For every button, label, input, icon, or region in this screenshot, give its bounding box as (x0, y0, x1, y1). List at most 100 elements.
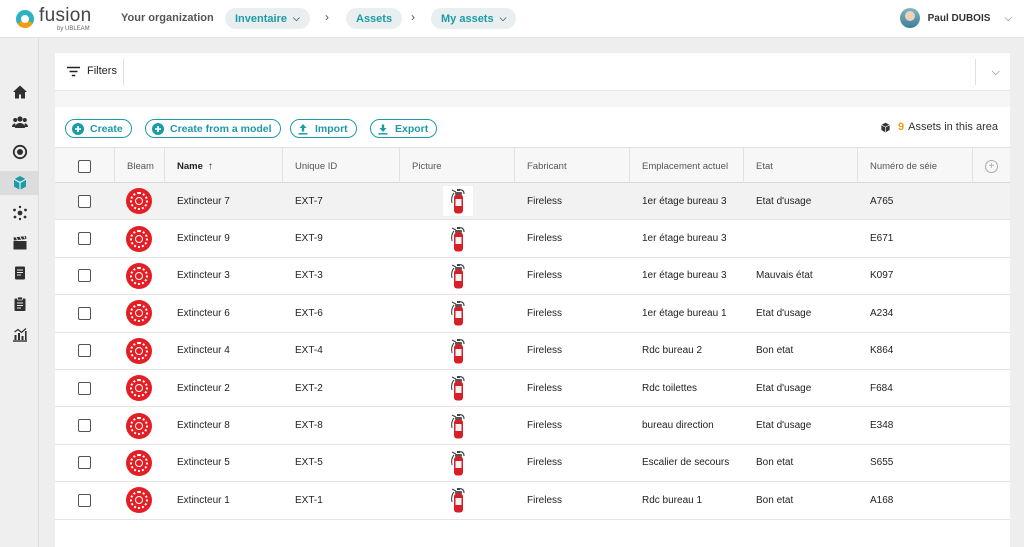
table-row[interactable]: Extincteur 4 EXT-4 Fireless Rdc bureau 2… (55, 332, 1010, 370)
fusion-logo[interactable]: fusion by UBLEAM (16, 6, 92, 32)
bleam-code-icon[interactable] (126, 375, 152, 402)
create-from-model-label: Create from a model (170, 122, 272, 135)
table-row[interactable]: Extincteur 2 EXT-2 Fireless Rdc toilette… (55, 369, 1010, 408)
sidebar-item-checklists[interactable] (0, 292, 39, 316)
fire-extinguisher-picture[interactable] (443, 336, 473, 366)
bleam-code-icon[interactable] (126, 337, 152, 364)
fire-extinguisher-picture[interactable] (443, 448, 473, 478)
row-checkbox[interactable] (78, 269, 91, 283)
row-checkbox[interactable] (78, 456, 91, 470)
asset-name[interactable]: Extincteur 4 (165, 333, 283, 369)
column-header-etat[interactable]: Etat (744, 148, 858, 184)
asset-name[interactable]: Extincteur 2 (165, 370, 283, 406)
asset-name[interactable]: Extincteur 6 (165, 295, 283, 331)
row-checkbox[interactable] (78, 306, 91, 320)
bleam-cell (115, 220, 165, 256)
fire-extinguisher-icon (450, 226, 465, 252)
column-header-bleam[interactable]: Bleam (115, 148, 165, 184)
asset-name[interactable]: Extincteur 1 (165, 482, 283, 518)
fire-extinguisher-picture[interactable] (443, 485, 473, 515)
column-header-numero[interactable]: Numéro de séie (858, 148, 973, 184)
asset-name[interactable]: Extincteur 3 (165, 258, 283, 294)
row-checkbox[interactable] (78, 344, 91, 358)
column-header-fabricant[interactable]: Fabricant (515, 148, 630, 184)
sidebar-item-network[interactable] (0, 201, 39, 225)
bleam-code-icon[interactable] (126, 188, 152, 215)
organization-label[interactable]: Your organization (121, 12, 214, 24)
column-header-uid[interactable]: Unique ID (283, 148, 400, 184)
filters-button[interactable]: Filters (67, 65, 117, 77)
breadcrumb-assets[interactable]: Assets (346, 8, 403, 29)
table-row[interactable]: Extincteur 6 EXT-6 Fireless 1er étage bu… (55, 295, 1010, 333)
asset-emplacement: 1er étage bureau 1 (642, 307, 727, 319)
breadcrumb-my-assets[interactable]: My assets ⌵ (431, 8, 517, 29)
bleam-cell (115, 258, 165, 294)
add-column-icon[interactable]: + (985, 159, 998, 173)
asset-numero: E348 (870, 420, 894, 432)
column-header-picture[interactable]: Picture (400, 148, 515, 184)
asset-name[interactable]: Extincteur 8 (165, 407, 283, 443)
table-row[interactable]: Extincteur 7 EXT-7 Fireless 1er étage bu… (55, 183, 1010, 221)
fire-extinguisher-picture[interactable] (443, 224, 473, 254)
fire-extinguisher-picture[interactable] (443, 261, 473, 291)
filters-bar: Filters ⌵ (55, 53, 1010, 91)
asset-fabricant: Fireless (527, 382, 563, 394)
picture-cell (400, 295, 515, 331)
fire-extinguisher-icon (450, 376, 465, 401)
column-header-name[interactable]: Name ↑ (165, 148, 283, 184)
row-checkbox[interactable] (78, 419, 91, 433)
table-row[interactable]: Extincteur 9 EXT-9 Fireless 1er étage bu… (55, 220, 1010, 258)
asset-numero: E671 (870, 233, 894, 245)
table-row[interactable]: Extincteur 5 EXT-5 Fireless Escalier de … (55, 444, 1010, 483)
sidebar-item-documents[interactable] (0, 261, 39, 285)
asset-name[interactable]: Extincteur 9 (165, 220, 283, 256)
table-row[interactable]: Extincteur 3 EXT-3 Fireless 1er étage bu… (55, 257, 1010, 296)
bleam-code-icon[interactable] (126, 262, 152, 289)
asset-fabricant: Fireless (527, 345, 563, 357)
fire-extinguisher-picture[interactable] (443, 373, 473, 403)
asset-fabricant: Fireless (527, 307, 563, 319)
row-checkbox[interactable] (78, 493, 91, 507)
create-button[interactable]: Create (65, 119, 132, 138)
bleam-code-icon[interactable] (126, 487, 152, 514)
asset-etat: Mauvais état (756, 270, 813, 282)
fire-extinguisher-picture[interactable] (443, 298, 473, 328)
row-checkbox[interactable] (78, 381, 91, 395)
bleam-code-icon[interactable] (126, 300, 152, 327)
table-row[interactable]: Extincteur 1 EXT-1 Fireless Rdc bureau 1… (55, 482, 1010, 520)
row-checkbox[interactable] (78, 194, 91, 208)
sidebar-item-assets[interactable] (0, 171, 39, 195)
asset-emplacement: Rdc bureau 1 (642, 494, 703, 506)
fire-extinguisher-picture[interactable] (443, 411, 473, 441)
row-select-cell (55, 295, 115, 331)
chevron-down-icon[interactable]: ⌵ (992, 66, 1000, 79)
sidebar-item-analytics[interactable] (0, 322, 39, 346)
row-select-cell (55, 258, 115, 294)
sidebar (0, 38, 39, 547)
home-icon (12, 85, 27, 99)
asset-name[interactable]: Extincteur 7 (165, 183, 283, 219)
bleam-code-icon[interactable] (126, 449, 152, 476)
select-all-checkbox[interactable] (78, 159, 91, 173)
table-row[interactable]: Extincteur 8 EXT-8 Fireless bureau direc… (55, 407, 1010, 445)
upload-icon (298, 123, 308, 135)
sidebar-item-media[interactable] (0, 231, 39, 255)
asset-numero: F684 (870, 382, 893, 394)
column-header-emplacement[interactable]: Emplacement actuel (630, 148, 744, 184)
user-menu[interactable]: Paul DUBOIS ⌵ (899, 8, 1012, 28)
breadcrumb-inventaire[interactable]: Inventaire ⌵ (225, 8, 310, 29)
sidebar-item-users[interactable] (0, 110, 39, 134)
filters-label: Filters (87, 65, 117, 77)
asset-numero: K864 (870, 345, 894, 357)
sidebar-item-bleams[interactable] (0, 140, 39, 164)
sidebar-item-home[interactable] (0, 80, 39, 104)
asset-name[interactable]: Extincteur 5 (165, 445, 283, 481)
bleam-code-icon[interactable] (126, 225, 152, 252)
export-button[interactable]: Export (370, 119, 438, 138)
fire-extinguisher-picture[interactable] (442, 186, 473, 217)
import-button[interactable]: Import (290, 119, 357, 138)
bleam-code-icon[interactable] (126, 412, 152, 439)
create-from-model-button[interactable]: Create from a model (145, 119, 281, 138)
row-checkbox[interactable] (78, 232, 91, 246)
logo-word: fusion (39, 5, 92, 26)
